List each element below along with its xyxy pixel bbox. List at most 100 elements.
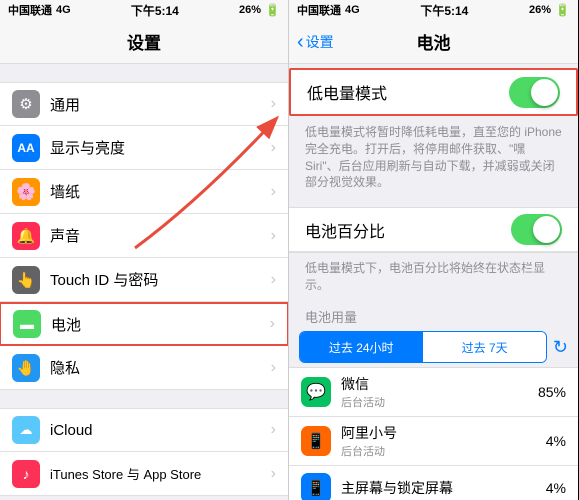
battery-chevron: › — [270, 315, 275, 333]
tab-24h-label: 过去 24小时 — [329, 339, 394, 356]
right-status-left: 中国联通 4G — [297, 2, 360, 18]
low-power-highlight-box: 低电量模式 — [289, 68, 578, 116]
settings-row-privacy[interactable]: 🤚 隐私 › — [0, 346, 288, 390]
usage-label: 电池用量 — [305, 310, 357, 325]
battery-pct-toggle[interactable] — [511, 214, 562, 245]
settings-row-wallpaper[interactable]: 🌸 墙纸 › — [0, 170, 288, 214]
settings-row-icloud[interactable]: ☁ iCloud › — [0, 408, 288, 452]
wechat-icon: 💬 — [301, 377, 331, 407]
itunes-label: iTunes Store 与 App Store — [50, 464, 271, 483]
alibaba-name: 阿里小号 — [341, 423, 546, 443]
refresh-icon[interactable]: ↻ — [553, 337, 568, 358]
back-label: 设置 — [306, 32, 334, 52]
right-panel: 中国联通 4G 下午5:14 26% 🔋 ‹ 设置 电池 低电量模式 — [289, 0, 578, 500]
settings-row-battery[interactable]: ▬ 电池 › — [0, 302, 288, 346]
battery-pct-label: 电池百分比 — [305, 218, 511, 242]
left-nav-title: 设置 — [127, 29, 161, 54]
left-time: 下午5:14 — [131, 2, 179, 19]
right-status-right: 26% 🔋 — [529, 3, 570, 17]
touch-icon: 👆 — [12, 266, 40, 294]
wechat-name: 微信 — [341, 374, 538, 394]
battery-pct-note: 低电量模式下，电池百分比将始终在状态栏显示。 — [289, 253, 578, 303]
settings-row-general[interactable]: ⚙ 通用 › — [0, 82, 288, 126]
wechat-pct: 85% — [538, 384, 566, 400]
icloud-icon: ☁ — [12, 416, 40, 444]
display-chevron: › — [271, 139, 276, 157]
sound-icon: 🔔 — [12, 222, 40, 250]
battery-content: 低电量模式 低电量模式将暂时降低耗电量，直至您的 iPhone 完全充电。打开后… — [289, 64, 578, 500]
battery-pct-row: 电池百分比 — [289, 208, 578, 252]
general-icon: ⚙ — [12, 90, 40, 118]
battery-pct-thumb — [533, 216, 560, 243]
itunes-chevron: › — [271, 465, 276, 483]
usage-tabs: 过去 24小时 过去 7天 — [299, 331, 547, 363]
back-button[interactable]: ‹ 设置 — [297, 32, 334, 52]
general-chevron: › — [271, 95, 276, 113]
left-network: 4G — [56, 4, 71, 16]
wallpaper-chevron: › — [271, 183, 276, 201]
wechat-info: 微信 后台活动 — [341, 374, 538, 410]
alibaba-pct: 4% — [546, 433, 566, 449]
right-nav-bar: ‹ 设置 电池 — [289, 20, 578, 64]
settings-section-2: ☁ iCloud › ♪ iTunes Store 与 App Store › — [0, 408, 288, 496]
left-panel: 中国联通 4G 下午5:14 26% 🔋 设置 ⚙ 通用 › — [0, 0, 289, 500]
right-status-bar: 中国联通 4G 下午5:14 26% 🔋 — [289, 0, 578, 20]
icloud-label: iCloud — [50, 422, 271, 439]
app-row-alibaba: 📱 阿里小号 后台活动 4% — [289, 417, 578, 466]
homescreen-info: 主屏幕与锁定屏幕 — [341, 478, 546, 498]
left-settings-list: ⚙ 通用 › AA 显示与亮度 › 🌸 墙纸 › 🔔 声音 › — [0, 64, 288, 500]
right-carrier: 中国联通 — [297, 2, 341, 18]
homescreen-pct: 4% — [546, 480, 566, 496]
alibaba-info: 阿里小号 后台活动 — [341, 423, 546, 459]
app-row-wechat: 💬 微信 后台活动 85% — [289, 368, 578, 417]
back-arrow-icon: ‹ — [297, 32, 304, 52]
battery-icon: ▬ — [13, 310, 41, 338]
low-power-toggle[interactable] — [509, 77, 560, 108]
usage-tabs-container: 过去 24小时 过去 7天 ↻ — [299, 331, 568, 363]
section-divider-top — [0, 64, 288, 82]
right-battery-pct: 26% — [529, 4, 551, 16]
general-label: 通用 — [50, 94, 271, 115]
right-nav-title: 电池 — [417, 29, 451, 54]
tab-7d[interactable]: 过去 7天 — [422, 332, 545, 362]
left-status-right: 26% 🔋 — [239, 3, 280, 17]
left-status-left: 中国联通 4G — [8, 2, 71, 18]
privacy-icon: 🤚 — [12, 354, 40, 382]
homescreen-name: 主屏幕与锁定屏幕 — [341, 478, 546, 498]
low-power-description: 低电量模式将暂时降低耗电量，直至您的 iPhone 完全充电。打开后，将停用邮件… — [289, 116, 578, 203]
settings-row-touch[interactable]: 👆 Touch ID 与密码 › — [0, 258, 288, 302]
left-status-bar: 中国联通 4G 下午5:14 26% 🔋 — [0, 0, 288, 20]
left-battery-icon: 🔋 — [265, 3, 280, 17]
right-battery-icon: 🔋 — [555, 3, 570, 17]
low-power-row: 低电量模式 — [291, 70, 576, 114]
left-battery-pct: 26% — [239, 4, 261, 16]
app-usage-list: 💬 微信 后台活动 85% 📱 阿里小号 后台活动 — [289, 367, 578, 500]
wallpaper-label: 墙纸 — [50, 181, 271, 202]
settings-row-display[interactable]: AA 显示与亮度 › — [0, 126, 288, 170]
battery-pct-section: 电池百分比 — [289, 207, 578, 253]
sound-label: 声音 — [50, 225, 271, 246]
tab-24h[interactable]: 过去 24小时 — [300, 332, 422, 362]
settings-row-itunes[interactable]: ♪ iTunes Store 与 App Store › — [0, 452, 288, 496]
app-row-homescreen: 📱 主屏幕与锁定屏幕 4% — [289, 466, 578, 500]
homescreen-icon: 📱 — [301, 473, 331, 500]
privacy-chevron: › — [271, 359, 276, 377]
icloud-chevron: › — [271, 421, 276, 439]
sound-chevron: › — [271, 227, 276, 245]
battery-label: 电池 — [51, 314, 270, 335]
left-nav-bar: 设置 — [0, 20, 288, 64]
section-divider-3 — [0, 496, 288, 500]
privacy-label: 隐私 — [50, 357, 271, 378]
right-network: 4G — [345, 4, 360, 16]
itunes-icon: ♪ — [12, 460, 40, 488]
left-carrier: 中国联通 — [8, 2, 52, 18]
display-label: 显示与亮度 — [50, 137, 271, 158]
section-divider-2 — [0, 390, 288, 408]
right-time: 下午5:14 — [420, 2, 468, 19]
usage-label-container: 电池用量 — [289, 303, 578, 331]
alibaba-sub: 后台活动 — [341, 443, 546, 459]
touch-label: Touch ID 与密码 — [50, 269, 271, 290]
toggle-thumb — [531, 79, 558, 106]
wallpaper-icon: 🌸 — [12, 178, 40, 206]
settings-row-sound[interactable]: 🔔 声音 › — [0, 214, 288, 258]
